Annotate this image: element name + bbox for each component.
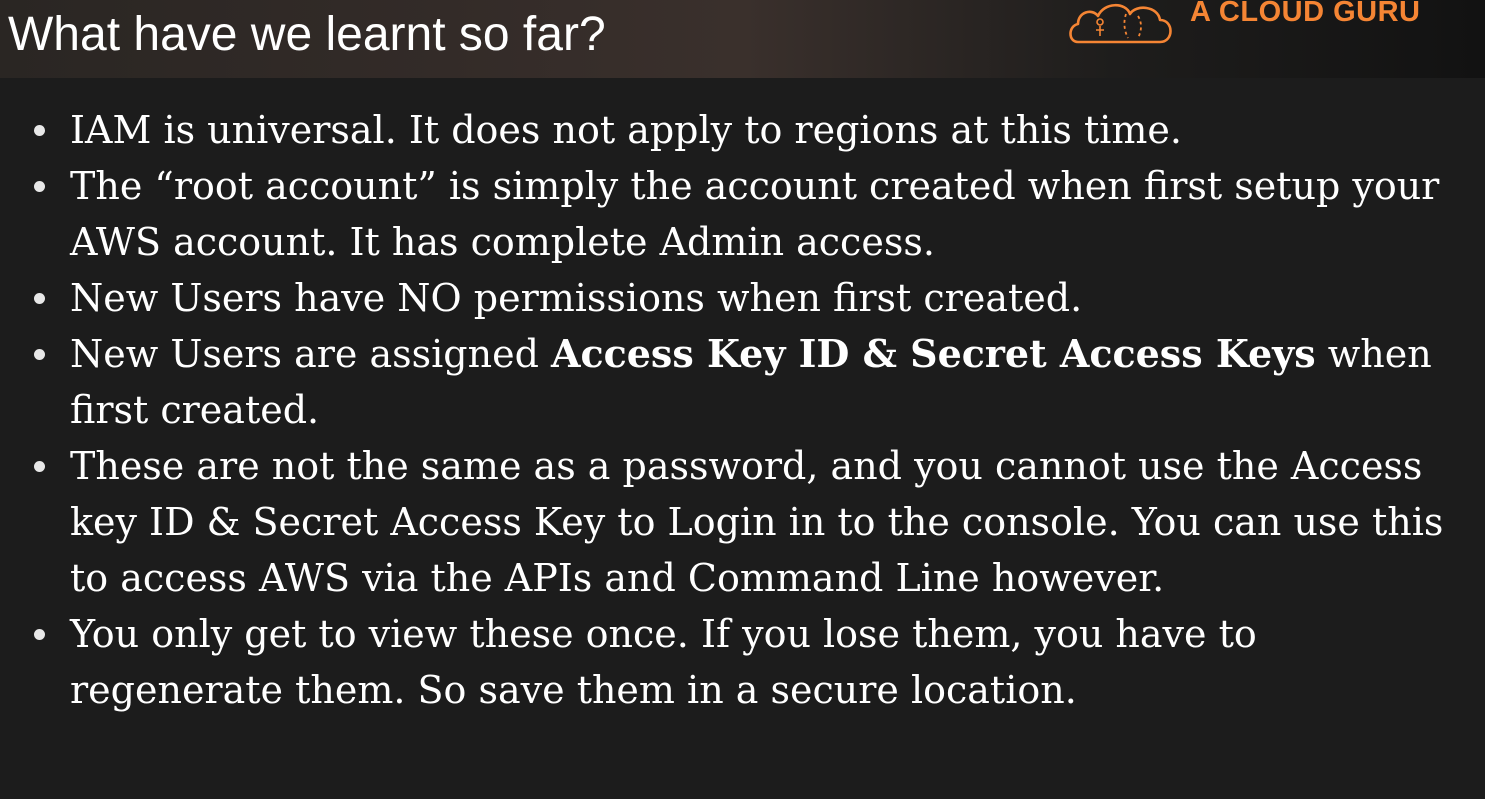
bullet-item: New Users are assigned Access Key ID & S… (26, 326, 1466, 438)
bullet-dot-icon (34, 349, 45, 360)
brand-logo: A CLOUD GURU (1066, 0, 1476, 48)
bullet-text: The “root account” is simply the account… (70, 164, 1440, 264)
slide-header: What have we learnt so far? A CLOUD GURU (0, 0, 1485, 78)
bullet-text: You only get to view these once. If you … (70, 612, 1257, 712)
bullet-dot-icon (34, 181, 45, 192)
bullet-dot-icon (34, 293, 45, 304)
bullet-item: You only get to view these once. If you … (26, 606, 1466, 718)
brand-name: A CLOUD GURU (1190, 0, 1421, 28)
bullet-item: The “root account” is simply the account… (26, 158, 1466, 270)
bullet-text: New Users are assigned (70, 332, 551, 376)
cloud-logo-icon (1069, 3, 1172, 44)
bullet-item: IAM is universal. It does not apply to r… (26, 102, 1466, 158)
bullet-item: These are not the same as a password, an… (26, 438, 1466, 606)
slide: What have we learnt so far? A CLOUD GURU… (0, 0, 1485, 799)
bullet-text-bold: Access Key ID & Secret Access Keys (551, 331, 1316, 376)
slide-title: What have we learnt so far? (8, 8, 606, 61)
bullet-text: IAM is universal. It does not apply to r… (70, 108, 1183, 152)
bullet-dot-icon (34, 629, 45, 640)
bullet-list: IAM is universal. It does not apply to r… (26, 102, 1466, 718)
bullet-item: New Users have NO permissions when first… (26, 270, 1466, 326)
bullet-text: New Users have NO permissions when first… (70, 276, 1083, 320)
bullet-dot-icon (34, 125, 45, 136)
bullet-dot-icon (34, 461, 45, 472)
bullet-text: These are not the same as a password, an… (70, 444, 1444, 600)
